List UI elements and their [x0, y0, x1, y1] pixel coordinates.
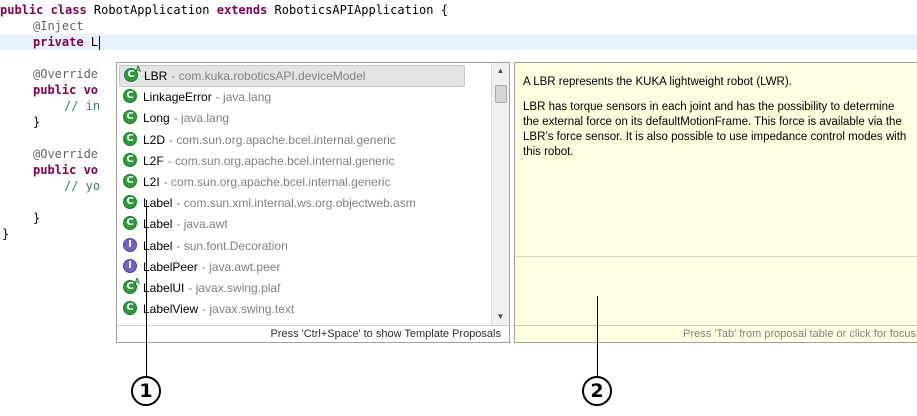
typed-text: L	[83, 35, 99, 49]
proposal-item[interactable]: I LabelPeer - java.awt.peer	[119, 256, 465, 278]
comment: // yo	[64, 179, 101, 193]
code-line-9: @Override	[33, 146, 98, 162]
proposal-scrollbar[interactable]: ▲ ▼	[491, 63, 509, 325]
divider	[515, 256, 917, 257]
class-icon: C	[123, 152, 139, 169]
proposal-package: - java.awt.peer	[201, 259, 281, 274]
proposal-item[interactable]: C L2D - com.sun.org.apache.bcel.internal.g…	[119, 129, 465, 151]
javadoc-description: LBR has torque sensors in each joint and…	[523, 101, 907, 158]
callout-1-leader-line	[146, 200, 147, 376]
closing-brace: }	[2, 227, 10, 241]
proposal-item[interactable]: C A LBR - com.kuka.roboticsAPI.deviceModel	[119, 65, 465, 87]
proposal-type-name: L2I	[143, 175, 160, 189]
proposal-package: - javax.swing.plaf	[188, 281, 281, 295]
proposal-package: - com.sun.org.apache.bcel.internal.gener…	[163, 175, 391, 189]
scroll-up-arrow-icon[interactable]: ▲	[492, 63, 509, 79]
content-assist-popup[interactable]: C A LBR - com.kuka.roboticsAPI.deviceModel C…	[116, 62, 510, 343]
proposal-type-name: LabelUI	[143, 281, 185, 295]
annotation: @Inject	[33, 19, 84, 33]
closing-brace: }	[33, 115, 41, 129]
class-icon: C	[123, 174, 139, 190]
scroll-down-arrow-icon[interactable]: ▼	[492, 309, 509, 325]
proposal-item[interactable]: C L2F - com.sun.org.apache.bcel.internal.g…	[119, 150, 465, 172]
proposal-item[interactable]: C LinkageError - java.lang	[119, 86, 465, 108]
proposal-type-name: LabelPeer	[143, 259, 198, 274]
javadoc-text: A LBR represents the KUKA lightweight ro…	[523, 75, 913, 170]
class-icon: C	[123, 110, 139, 126]
proposal-type-name: L2F	[143, 153, 164, 168]
code-line-5: @Override	[33, 66, 98, 82]
proposal-item[interactable]: C A LabelUI - javax.swing.plaf	[119, 277, 465, 299]
code-line-11: // yo	[64, 178, 100, 194]
callout-2: 2	[582, 376, 612, 406]
proposal-item[interactable]: C L2I - com.sun.org.apache.bcel.internal.g…	[119, 171, 465, 193]
annotation: @Override	[33, 147, 99, 161]
callout-1: 1	[131, 376, 161, 406]
proposal-type-name: Label	[143, 196, 173, 211]
proposal-package: - javax.swing.text	[202, 302, 295, 317]
superclass-name: RoboticsAPIApplication {	[267, 3, 448, 17]
keyword: private	[33, 35, 84, 49]
annotation: @Override	[33, 67, 99, 81]
proposal-type-name: Label	[143, 217, 173, 232]
proposal-package: - java.awt	[176, 217, 228, 232]
code-line-13: }	[33, 210, 40, 226]
proposal-package: - com.sun.xml.internal.ws.org.objectweb.…	[176, 196, 416, 211]
proposal-package: - com.sun.org.apache.bcel.internal.gener…	[167, 153, 395, 168]
focus-hint[interactable]: Press 'Tab' from proposal table or click…	[515, 325, 917, 343]
class-abstract-icon: CA	[123, 277, 140, 296]
code-line-3-current: private L	[0, 34, 917, 50]
comment: // in	[64, 99, 101, 113]
proposal-type-name: Long	[143, 111, 170, 126]
keyword: public vo	[33, 163, 99, 177]
javadoc-popup[interactable]: A LBR represents the KUKA lightweight ro…	[514, 62, 917, 343]
proposal-item[interactable]: C Label - java.awt	[119, 213, 465, 235]
class-name: RobotApplication	[86, 3, 217, 17]
proposal-package: - com.kuka.roboticsAPI.deviceModel	[171, 69, 366, 83]
proposal-type-name: LinkageError	[143, 90, 212, 105]
code-line-7: // in	[64, 98, 100, 114]
keyword: public vo	[33, 83, 99, 97]
proposal-item[interactable]: I Label - sun.font.Decoration	[119, 235, 465, 257]
code-line-2: @Inject	[33, 18, 84, 34]
keyword: extends	[216, 3, 268, 17]
closing-brace: }	[33, 211, 41, 225]
proposal-item[interactable]: C Long - java.lang	[119, 107, 465, 129]
proposal-type-name: LBR	[144, 69, 168, 83]
class-icon: C	[123, 195, 139, 211]
class-icon: C	[123, 216, 139, 232]
proposal-type-name: Label	[143, 238, 173, 253]
class-icon: C	[123, 301, 139, 317]
proposal-type-name: L2D	[143, 132, 166, 147]
class-icon: C	[123, 131, 139, 148]
proposal-list[interactable]: C A LBR - com.kuka.roboticsAPI.deviceModel C…	[117, 63, 491, 325]
proposal-package: - com.sun.org.apache.bcel.internal.gener…	[169, 132, 396, 147]
code-line-6: public vo	[33, 82, 98, 98]
callout-2-leader-line	[597, 296, 598, 376]
proposal-type-name: LabelView	[143, 302, 199, 317]
scrollbar-thumb[interactable]	[495, 85, 507, 103]
code-line-10: public vo	[33, 162, 98, 178]
code-line-1: public class RobotApplication extends Ro…	[0, 2, 448, 18]
javadoc-summary: A LBR represents the KUKA lightweight ro…	[523, 76, 792, 88]
proposal-item[interactable]: C Label - com.sun.xml.internal.ws.org.obje…	[119, 192, 465, 214]
proposal-item[interactable]: C LabelView - javax.swing.text	[119, 298, 465, 320]
keyword: public class	[0, 3, 87, 17]
text-caret	[99, 35, 101, 50]
class-icon: C	[123, 89, 139, 105]
proposal-package: - sun.font.Decoration	[176, 238, 288, 253]
class-abstract-icon: CA	[124, 65, 141, 84]
proposal-package: - java.lang	[173, 111, 230, 126]
code-line-8: }	[33, 114, 40, 130]
template-proposals-hint[interactable]: Press 'Ctrl+Space' to show Template Prop…	[117, 325, 509, 342]
proposal-package: - java.lang	[215, 90, 272, 105]
code-line-14: }	[2, 226, 9, 242]
interface-icon: I	[123, 237, 139, 254]
interface-icon: I	[123, 258, 139, 275]
